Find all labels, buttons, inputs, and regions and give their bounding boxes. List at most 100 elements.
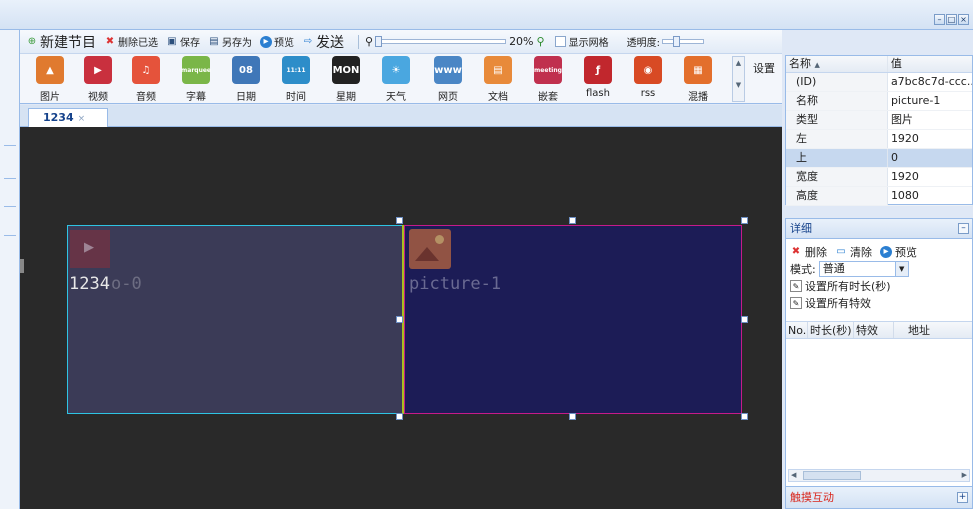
property-value[interactable]: 1920	[888, 168, 972, 186]
region-picture-1[interactable]	[404, 225, 742, 414]
opacity-slider-thumb[interactable]	[672, 36, 680, 47]
resize-handle[interactable]	[741, 316, 748, 323]
palette-item-calendar[interactable]: 08 日期	[226, 56, 266, 103]
resize-handle[interactable]	[569, 413, 576, 420]
property-value[interactable]: 1080	[888, 187, 972, 205]
property-row[interactable]: 类型 图片	[786, 111, 972, 130]
minimize-button[interactable]: –	[934, 14, 945, 25]
save-as-button[interactable]: ▤ 另存为	[208, 34, 252, 50]
zoom-slider-thumb[interactable]	[375, 36, 383, 47]
palette-item-audio[interactable]: ♫ 音频	[126, 56, 166, 103]
no-column-header[interactable]: No.	[786, 322, 808, 338]
set-all-duration-button[interactable]: ✎ 设置所有时长(秒)	[790, 277, 968, 294]
detail-delete-button[interactable]: ✖ 删除	[790, 244, 827, 260]
preview-button[interactable]: ▸ 预览	[260, 34, 294, 49]
property-value[interactable]: 图片	[888, 111, 972, 129]
effect-column-header[interactable]: 特效	[854, 322, 894, 338]
mode-select[interactable]: 普通 ▼	[818, 260, 909, 277]
left-collapsed-panel[interactable]	[0, 30, 20, 509]
collapse-button[interactable]: –	[958, 223, 969, 234]
mode-label: 模式:	[790, 262, 816, 276]
video-thumbnail-icon: ▶	[70, 230, 110, 268]
property-row[interactable]: 上0	[786, 149, 972, 168]
opacity-slider[interactable]	[661, 36, 704, 47]
value-column-header[interactable]: 值	[888, 56, 972, 72]
playlist-grid-header: No. 时长(秒) 特效 地址	[786, 321, 972, 339]
preview-icon: ▸	[880, 245, 892, 258]
address-column-header[interactable]: 地址	[894, 322, 972, 338]
palette-item-flash[interactable]: ƒ flash	[578, 56, 618, 99]
property-name: (ID)	[786, 73, 888, 91]
detail-clear-button[interactable]: ▭ 清除	[835, 244, 872, 260]
chevron-down-icon[interactable]: ▼	[894, 261, 908, 276]
maximize-button[interactable]: □	[946, 14, 957, 25]
palette-item-weather[interactable]: ☀ 天气	[376, 56, 416, 103]
zoom-slider[interactable]	[375, 36, 507, 47]
palette-item-web[interactable]: www 网页	[428, 56, 468, 103]
web-icon: www	[434, 56, 462, 84]
palette-item-meeting[interactable]: meeting 嵌套	[528, 56, 568, 103]
property-value[interactable]: 1920	[888, 130, 972, 148]
element-palette: ▲ ▼ 设置 ▲ 图片 ▶ 视频 ♫ 音频 marquee 字幕 08 日期 11:11 时间 MON 星…	[20, 54, 782, 104]
palette-item-marquee[interactable]: marquee 字幕	[176, 56, 216, 103]
property-row[interactable]: 名称 picture-1	[786, 92, 972, 111]
resize-handle[interactable]	[741, 413, 748, 420]
resize-handle[interactable]	[396, 217, 403, 224]
tab-close-icon[interactable]: ×	[78, 114, 86, 124]
palette-item-document[interactable]: ▤ 文档	[478, 56, 518, 103]
save-button[interactable]: ▣ 保存	[166, 34, 200, 50]
set-all-effects-button[interactable]: ✎ 设置所有特效	[790, 294, 968, 311]
send-button[interactable]: ⇨ 发送	[302, 32, 344, 52]
palette-item-video[interactable]: ▶ 视频	[78, 56, 118, 103]
scroll-right-icon[interactable]: ▶	[962, 470, 967, 481]
show-grid-checkbox[interactable]	[554, 36, 566, 47]
property-name: 名称	[786, 92, 888, 110]
detail-preview-button[interactable]: ▸ 预览	[880, 244, 917, 260]
show-grid-toggle[interactable]: 显示网格	[554, 34, 609, 49]
palette-item-weekday[interactable]: MON 星期	[326, 56, 366, 103]
panel-collapse-handle[interactable]	[20, 259, 24, 273]
property-row[interactable]: 宽度 1920	[786, 168, 972, 187]
expand-button[interactable]: +	[957, 492, 968, 503]
resize-handle[interactable]	[741, 217, 748, 224]
scroll-up-icon[interactable]: ▲	[733, 57, 744, 69]
palette-item-image[interactable]: ▲ 图片	[30, 56, 70, 103]
resize-handle[interactable]	[396, 413, 403, 420]
image-icon: ▲	[36, 56, 64, 84]
scroll-down-icon[interactable]: ▼	[733, 79, 744, 91]
property-value[interactable]: picture-1	[888, 92, 972, 110]
property-value[interactable]: 0	[888, 149, 972, 167]
touch-interaction-panel[interactable]: 触摸互动 +	[786, 486, 972, 508]
resize-handle[interactable]	[396, 316, 403, 323]
property-row[interactable]: 左 1920	[786, 130, 972, 149]
property-name: 高度	[786, 187, 888, 205]
design-canvas[interactable]: ▶ 1234 o-0 picture-1	[20, 127, 782, 509]
tab-1234[interactable]: 1234 ×	[28, 108, 108, 127]
horizontal-scrollbar[interactable]: ◀ ▶	[788, 469, 970, 482]
palette-item-clock[interactable]: 11:11 时间	[276, 56, 316, 103]
new-program-button[interactable]: ⊕ 新建节目	[26, 32, 96, 52]
palette-scrollbar[interactable]: ▲ ▼	[732, 56, 745, 102]
delete-selected-button[interactable]: ✖ 删除已选	[104, 34, 158, 50]
palette-item-mix[interactable]: ▦ 混播	[678, 56, 718, 103]
clock-icon: 11:11	[282, 56, 310, 84]
region-1234[interactable]	[67, 225, 403, 414]
zoom-in-icon[interactable]: ⚲	[537, 35, 545, 48]
settings-button[interactable]: 设置	[753, 60, 775, 76]
divider	[4, 178, 16, 179]
palette-item-label: 文档	[488, 92, 508, 103]
palette-item-rss[interactable]: ◉ rss	[628, 56, 668, 99]
close-button[interactable]: ×	[958, 14, 969, 25]
property-value[interactable]: a7bc8c7d-ccc...	[888, 73, 972, 91]
palette-item-label: 天气	[386, 92, 406, 103]
property-row[interactable]: (ID) a7bc8c7d-ccc...	[786, 73, 972, 92]
property-row[interactable]: 高度 1080	[786, 187, 972, 206]
add-circle-icon: ⊕	[27, 35, 37, 47]
property-grid: 名称 ▲ 值 (ID) a7bc8c7d-ccc... 名称 picture-1 类型图…	[785, 55, 973, 206]
scrollbar-thumb[interactable]	[803, 471, 861, 480]
name-column-header[interactable]: 名称 ▲	[786, 56, 888, 72]
scroll-left-icon[interactable]: ◀	[791, 470, 796, 481]
zoom-out-icon[interactable]: ⚲	[365, 35, 373, 48]
duration-column-header[interactable]: 时长(秒)	[808, 322, 854, 338]
resize-handle[interactable]	[569, 217, 576, 224]
